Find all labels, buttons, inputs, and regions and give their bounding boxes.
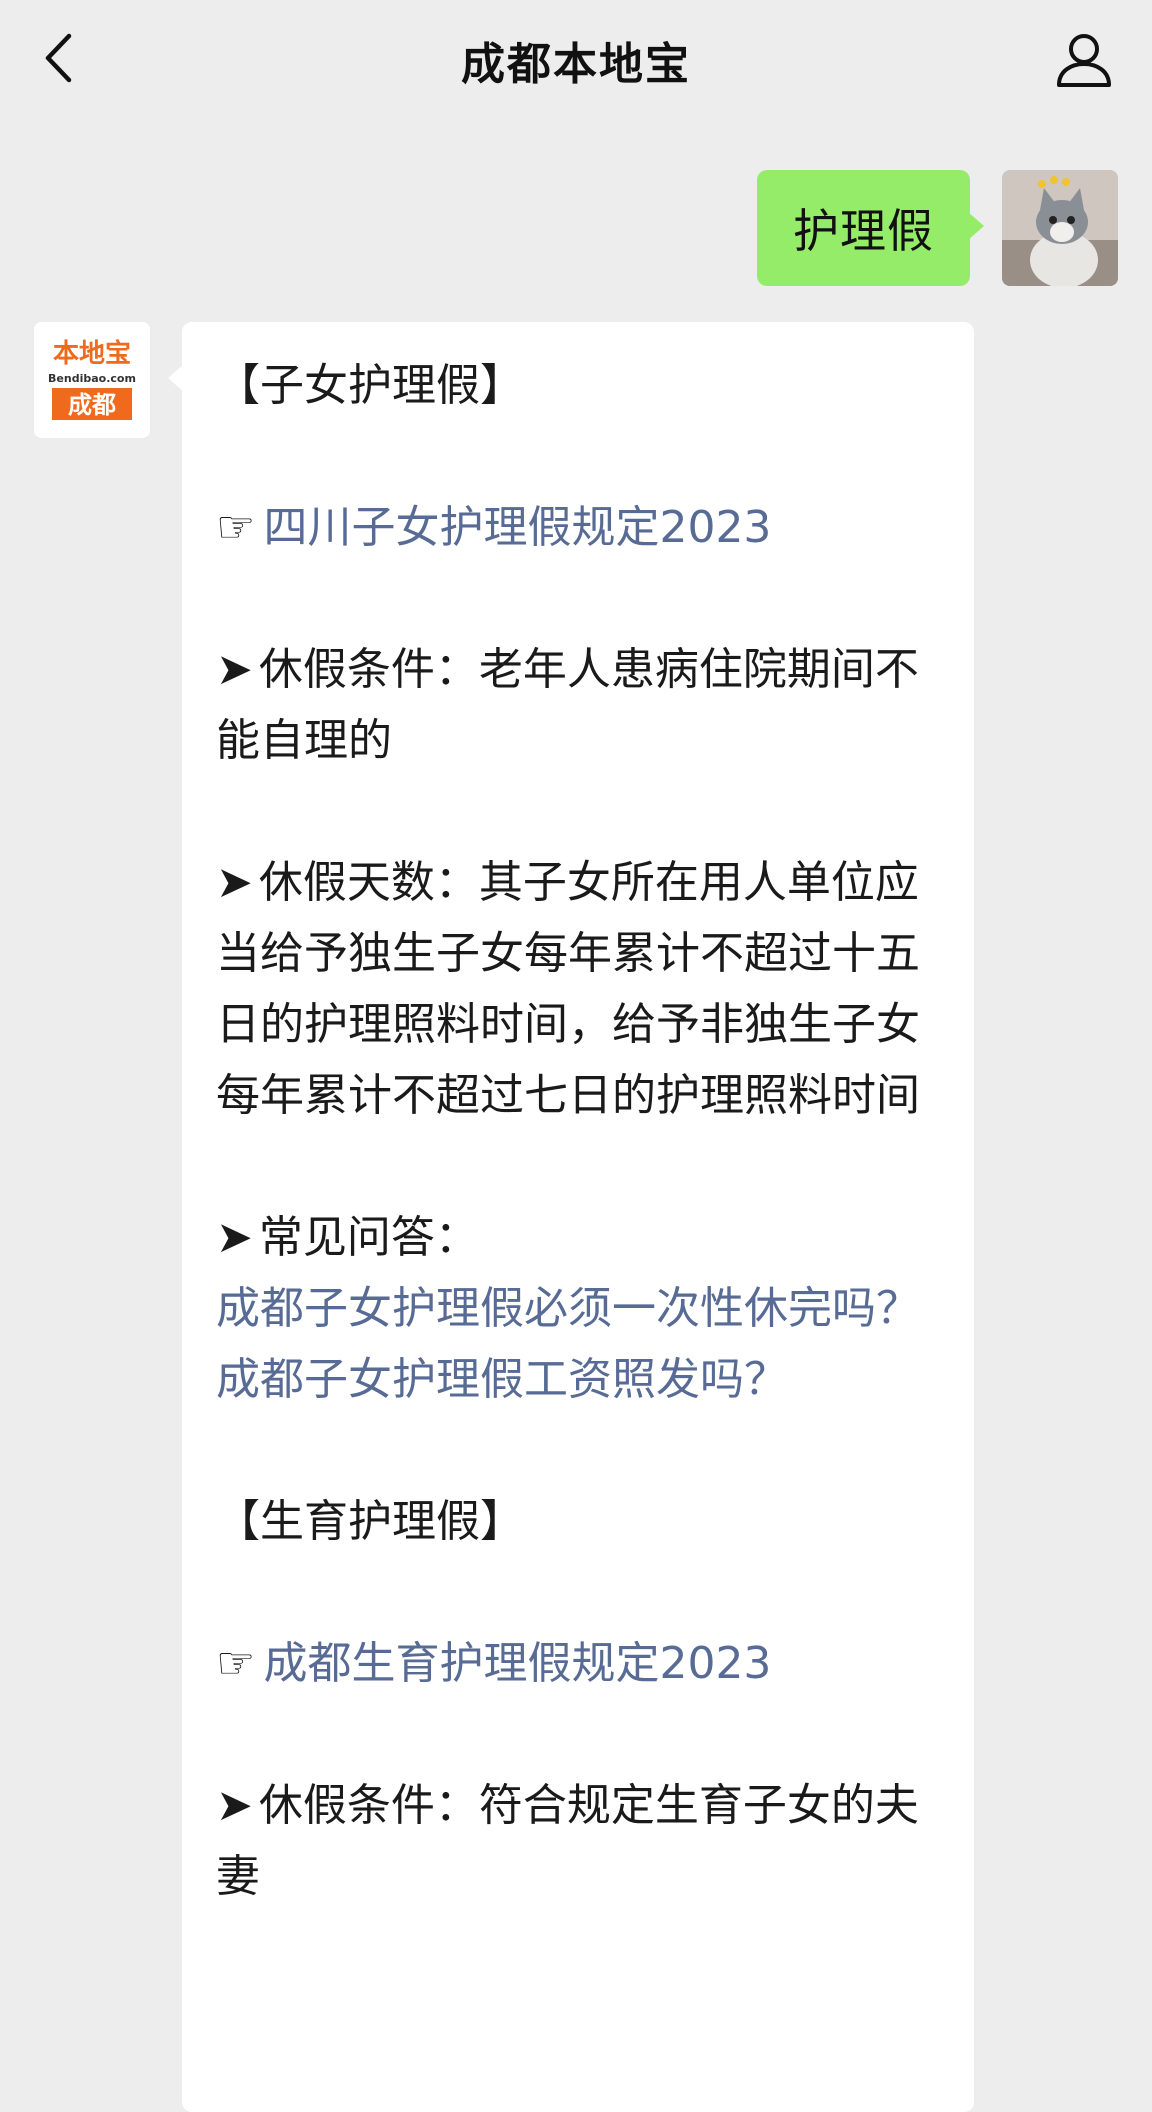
profile-button[interactable]: [1052, 28, 1116, 92]
bullet-arrow-icon: ➤: [216, 857, 253, 908]
bullet-arrow-icon: ➤: [216, 644, 253, 695]
outgoing-bubble[interactable]: 护理假: [757, 170, 984, 286]
top-nav-bar: 成都本地宝: [0, 0, 1152, 126]
bendibao-avatar[interactable]: 本地宝 Bendibao.com 成都: [34, 322, 150, 438]
logo-domain-text: Bendibao.com: [48, 372, 136, 385]
days-row: ➤ 休假天数：其子女所在用人单位应当给予独生子女每年累计不超过十五日的护理照料时间…: [216, 847, 950, 1131]
faq-label: 常见问答：: [258, 1212, 479, 1263]
logo-brand-text: 本地宝: [53, 338, 131, 369]
conditions-row: ➤ 休假条件：符合规定生育子女的夫妻: [216, 1770, 950, 1912]
child-care-policy-link[interactable]: 四川子女护理假规定2023: [263, 502, 771, 553]
incoming-bubble: 【子女护理假】 ☞ 四川子女护理假规定2023 ➤ 休假条件：老年人患病住院期间不能…: [168, 322, 974, 2112]
pointing-hand-icon: ☞: [216, 1638, 256, 1689]
outgoing-message: 护理假: [0, 170, 1152, 290]
cat-avatar-image: [1002, 170, 1118, 286]
conditions-text: 休假条件：符合规定生育子女的夫妻: [216, 1780, 919, 1902]
outgoing-text: 护理假: [793, 204, 934, 258]
section-heading-child-care: 【子女护理假】: [216, 360, 524, 411]
bullet-arrow-icon: ➤: [216, 1780, 253, 1831]
conditions-text: 休假条件：老年人患病住院期间不能自理的: [216, 644, 919, 766]
user-icon: [1057, 34, 1111, 87]
days-text: 休假天数：其子女所在用人单位应当给予独生子女每年累计不超过十五日的护理照料时间，…: [216, 857, 920, 1121]
policy-link-row: ☞ 成都生育护理假规定2023: [216, 1628, 950, 1699]
chat-title: 成都本地宝: [461, 39, 691, 90]
bullet-arrow-icon: ➤: [216, 1212, 253, 1263]
section-heading-maternity-care: 【生育护理假】: [216, 1496, 524, 1547]
conditions-row: ➤ 休假条件：老年人患病住院期间不能自理的: [216, 634, 950, 776]
bendibao-logo: 本地宝 Bendibao.com 成都: [34, 322, 150, 438]
message-content: 【子女护理假】 ☞ 四川子女护理假规定2023 ➤ 休假条件：老年人患病住院期间不能…: [216, 350, 950, 1912]
faq-link-one-time[interactable]: 成都子女护理假必须一次性休完吗？: [216, 1273, 950, 1344]
faq-label-row: ➤ 常见问答：: [216, 1202, 950, 1273]
logo-city-text: 成都: [68, 391, 116, 419]
policy-link-row: ☞ 四川子女护理假规定2023: [216, 492, 950, 563]
maternity-care-policy-link[interactable]: 成都生育护理假规定2023: [263, 1638, 771, 1689]
pointing-hand-icon: ☞: [216, 502, 256, 553]
faq-link-salary[interactable]: 成都子女护理假工资照发吗？: [216, 1344, 950, 1415]
user-avatar[interactable]: [1002, 170, 1118, 286]
